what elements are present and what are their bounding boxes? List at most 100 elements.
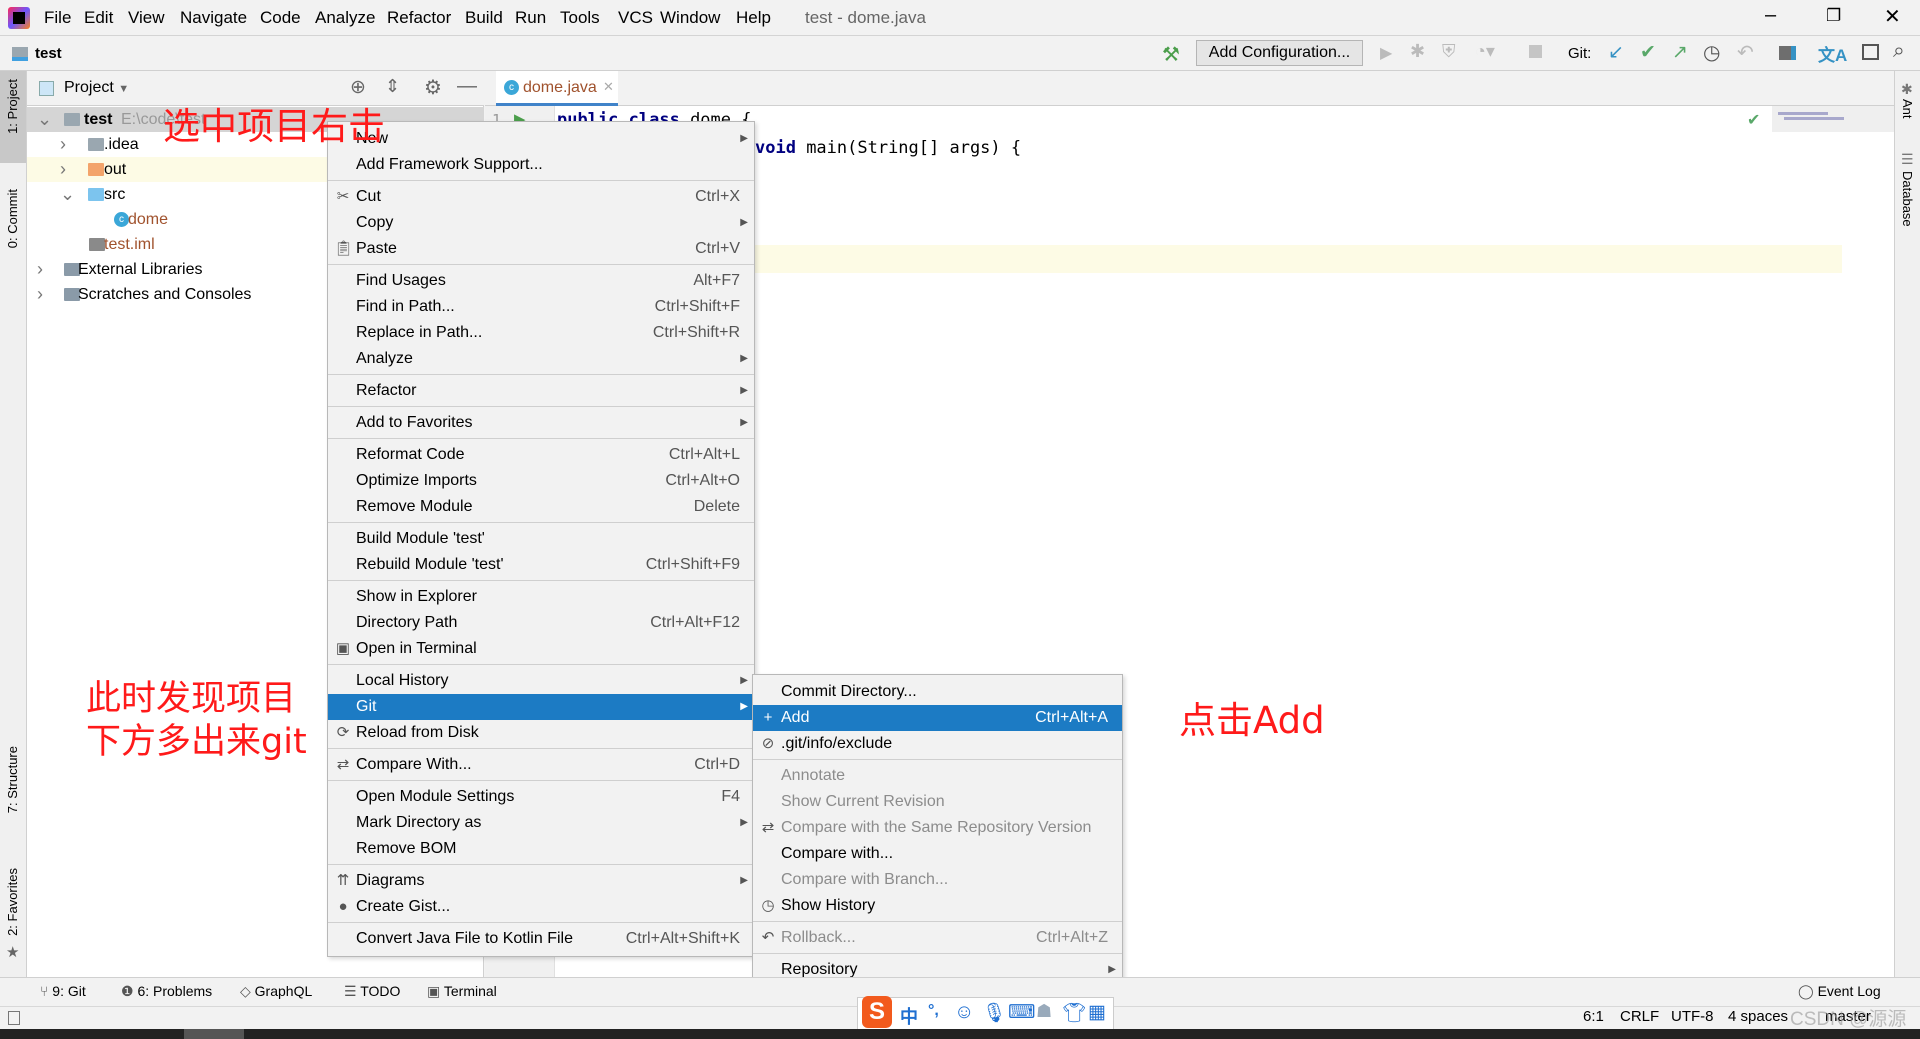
gear-icon[interactable]: ⚙ (424, 75, 442, 100)
coverage-icon[interactable]: ⛨ (1442, 41, 1456, 62)
profile-icon[interactable]: ◔▾ (1475, 41, 1495, 62)
search-everywhere-icon[interactable]: ⌕ (1893, 39, 1905, 63)
tool-window-ant[interactable]: Ant (1900, 99, 1915, 119)
build-hammer-icon[interactable]: ⚒ (1162, 42, 1180, 67)
git-commit-icon[interactable]: ✔ (1640, 41, 1656, 64)
menu-window[interactable]: Window (660, 8, 720, 28)
menu-item-compare-with-the-same-repository-version[interactable]: ⇄ Compare with the Same Repository Versio… (753, 815, 1122, 841)
project-view-dropdown[interactable]: Project ▼ (64, 79, 129, 97)
menu-item-replace-in-path[interactable]: Replace in Path... Ctrl+Shift+R (328, 320, 754, 346)
menu-item-git[interactable]: Git ▶ (328, 694, 754, 720)
tool-window-todo[interactable]: ☰ TODO (344, 983, 400, 1000)
menu-build[interactable]: Build (465, 8, 503, 28)
menu-item-show-current-revision[interactable]: Show Current Revision (753, 789, 1122, 815)
menu-help[interactable]: Help (736, 8, 771, 28)
chevron-right-icon[interactable]: › (60, 132, 66, 157)
close-tab-icon[interactable]: ✕ (603, 79, 614, 95)
hide-icon[interactable]: — (457, 75, 477, 98)
tool-window-graphql[interactable]: ◇ GraphQL (240, 983, 312, 1000)
menu-item-cut[interactable]: ✂ Cut Ctrl+X (328, 184, 754, 210)
sogou-logo-icon[interactable]: S (862, 996, 892, 1028)
menu-item-reload-from-disk[interactable]: ⟳ Reload from Disk (328, 720, 754, 746)
tab-dome-java[interactable]: c dome.java ✕ (496, 71, 618, 106)
menu-item-commit-directory[interactable]: Commit Directory... (753, 679, 1122, 705)
ime-punctuation[interactable]: °, (928, 1002, 939, 1020)
menu-navigate[interactable]: Navigate (180, 8, 247, 28)
file-encoding[interactable]: UTF-8 (1671, 1008, 1714, 1025)
add-configuration-button[interactable]: Add Configuration... (1196, 40, 1363, 66)
menu-view[interactable]: View (128, 8, 165, 28)
tool-window-structure[interactable]: 7: Structure (5, 746, 20, 813)
indent-setting[interactable]: 4 spaces (1728, 1008, 1788, 1025)
menu-item-add-framework-support[interactable]: Add Framework Support... (328, 152, 754, 178)
menu-item-mark-directory-as[interactable]: Mark Directory as ▶ (328, 810, 754, 836)
menu-item-convert-java-file-to-kotlin-file[interactable]: Convert Java File to Kotlin File Ctrl+Alt… (328, 926, 754, 952)
menu-item-rollback[interactable]: ↶ Rollback... Ctrl+Alt+Z (753, 925, 1122, 951)
menu-item-copy[interactable]: Copy ▶ (328, 210, 754, 236)
menu-item-reformat-code[interactable]: Reformat Code Ctrl+Alt+L (328, 442, 754, 468)
menu-item-refactor[interactable]: Refactor ▶ (328, 378, 754, 404)
menu-tools[interactable]: Tools (560, 8, 600, 28)
git-push-icon[interactable]: ↗ (1672, 41, 1688, 64)
menu-analyze[interactable]: Analyze (315, 8, 375, 28)
collapse-all-icon[interactable]: ⇕ (385, 76, 400, 97)
tool-window-project[interactable]: 1: Project (5, 79, 20, 134)
menu-item-rebuild-module-test[interactable]: Rebuild Module 'test' Ctrl+Shift+F9 (328, 552, 754, 578)
menu-item-diagrams[interactable]: ⇈ Diagrams ▶ (328, 868, 754, 894)
menu-item-build-module-test[interactable]: Build Module 'test' (328, 526, 754, 552)
menu-vcs[interactable]: VCS (618, 8, 653, 28)
menu-item-remove-bom[interactable]: Remove BOM (328, 836, 754, 862)
menu-edit[interactable]: Edit (84, 8, 113, 28)
tool-window-database[interactable]: Database (1900, 171, 1915, 227)
git-history-icon[interactable]: ◷ (1703, 40, 1720, 65)
menu-item-git-info-exclude[interactable]: ⊘ .git/info/exclude (753, 731, 1122, 757)
debug-icon[interactable]: ✱ (1410, 41, 1425, 62)
chevron-down-icon[interactable]: ⌄ (37, 107, 52, 132)
menu-item-local-history[interactable]: Local History ▶ (328, 668, 754, 694)
chevron-down-icon[interactable]: ⌄ (60, 182, 75, 207)
project-structure-icon[interactable] (1779, 46, 1796, 60)
menu-item-add[interactable]: + Add Ctrl+Alt+A (753, 705, 1122, 731)
ime-mode[interactable]: 中 (900, 1003, 918, 1029)
menu-run[interactable]: Run (515, 8, 546, 28)
chevron-right-icon[interactable]: › (37, 257, 43, 282)
stop-icon[interactable] (1529, 45, 1542, 58)
menu-code[interactable]: Code (260, 8, 301, 28)
menu-item-create-gist[interactable]: ● Create Gist... (328, 894, 754, 920)
keyboard-icon[interactable]: ⌨ (1008, 1001, 1035, 1024)
tool-window-favorites[interactable]: 2: Favorites (5, 868, 20, 936)
tool-window-9-git[interactable]: ⑂ 9: Git (40, 983, 86, 999)
menu-item-compare-with-branch[interactable]: Compare with Branch... (753, 867, 1122, 893)
tool-window-commit[interactable]: 0: Commit (5, 189, 20, 248)
menu-item-add-to-favorites[interactable]: Add to Favorites ▶ (328, 410, 754, 436)
close-button[interactable]: ✕ (1884, 4, 1901, 29)
emoji-icon[interactable]: ☺ (954, 1001, 974, 1024)
menu-item-open-module-settings[interactable]: Open Module Settings F4 (328, 784, 754, 810)
tool-window-6-problems[interactable]: ❶ 6: Problems (121, 983, 212, 1000)
skin-icon[interactable]: 👕︎ (1062, 1001, 1086, 1025)
microphone-icon[interactable]: 🎙︎ (982, 1001, 1006, 1025)
menu-item-directory-path[interactable]: Directory Path Ctrl+Alt+F12 (328, 610, 754, 636)
run-icon[interactable]: ▶ (1380, 43, 1392, 63)
menu-item-analyze[interactable]: Analyze ▶ (328, 346, 754, 372)
presentation-icon[interactable] (1862, 44, 1879, 60)
user-icon[interactable]: ☗ (1036, 1001, 1052, 1022)
chevron-right-icon[interactable]: › (37, 282, 43, 307)
menu-item-show-history[interactable]: ◷ Show History (753, 893, 1122, 919)
menu-item-compare-with[interactable]: ⇄ Compare With... Ctrl+D (328, 752, 754, 778)
breadcrumb-project[interactable]: test (35, 45, 62, 62)
menu-item-open-in-terminal[interactable]: ▣ Open in Terminal (328, 636, 754, 662)
toggle-tool-windows-icon[interactable] (8, 1011, 20, 1025)
menu-item-annotate[interactable]: Annotate (753, 763, 1122, 789)
translate-icon[interactable]: 文A (1818, 41, 1847, 66)
menu-item-compare-with[interactable]: Compare with... (753, 841, 1122, 867)
restore-button[interactable]: ❐ (1826, 6, 1841, 26)
caret-position[interactable]: 6:1 (1583, 1008, 1604, 1025)
event-log-button[interactable]: ◯ Event Log (1798, 983, 1881, 1000)
tool-window-terminal[interactable]: ▣ Terminal (427, 983, 497, 1000)
menu-item-find-in-path[interactable]: Find in Path... Ctrl+Shift+F (328, 294, 754, 320)
menu-file[interactable]: File (44, 8, 71, 28)
menu-item-paste[interactable]: 📋︎ Paste Ctrl+V (328, 236, 754, 262)
menu-item-new[interactable]: New ▶ (328, 126, 754, 152)
toolbox-icon[interactable]: ▦ (1088, 1001, 1106, 1024)
